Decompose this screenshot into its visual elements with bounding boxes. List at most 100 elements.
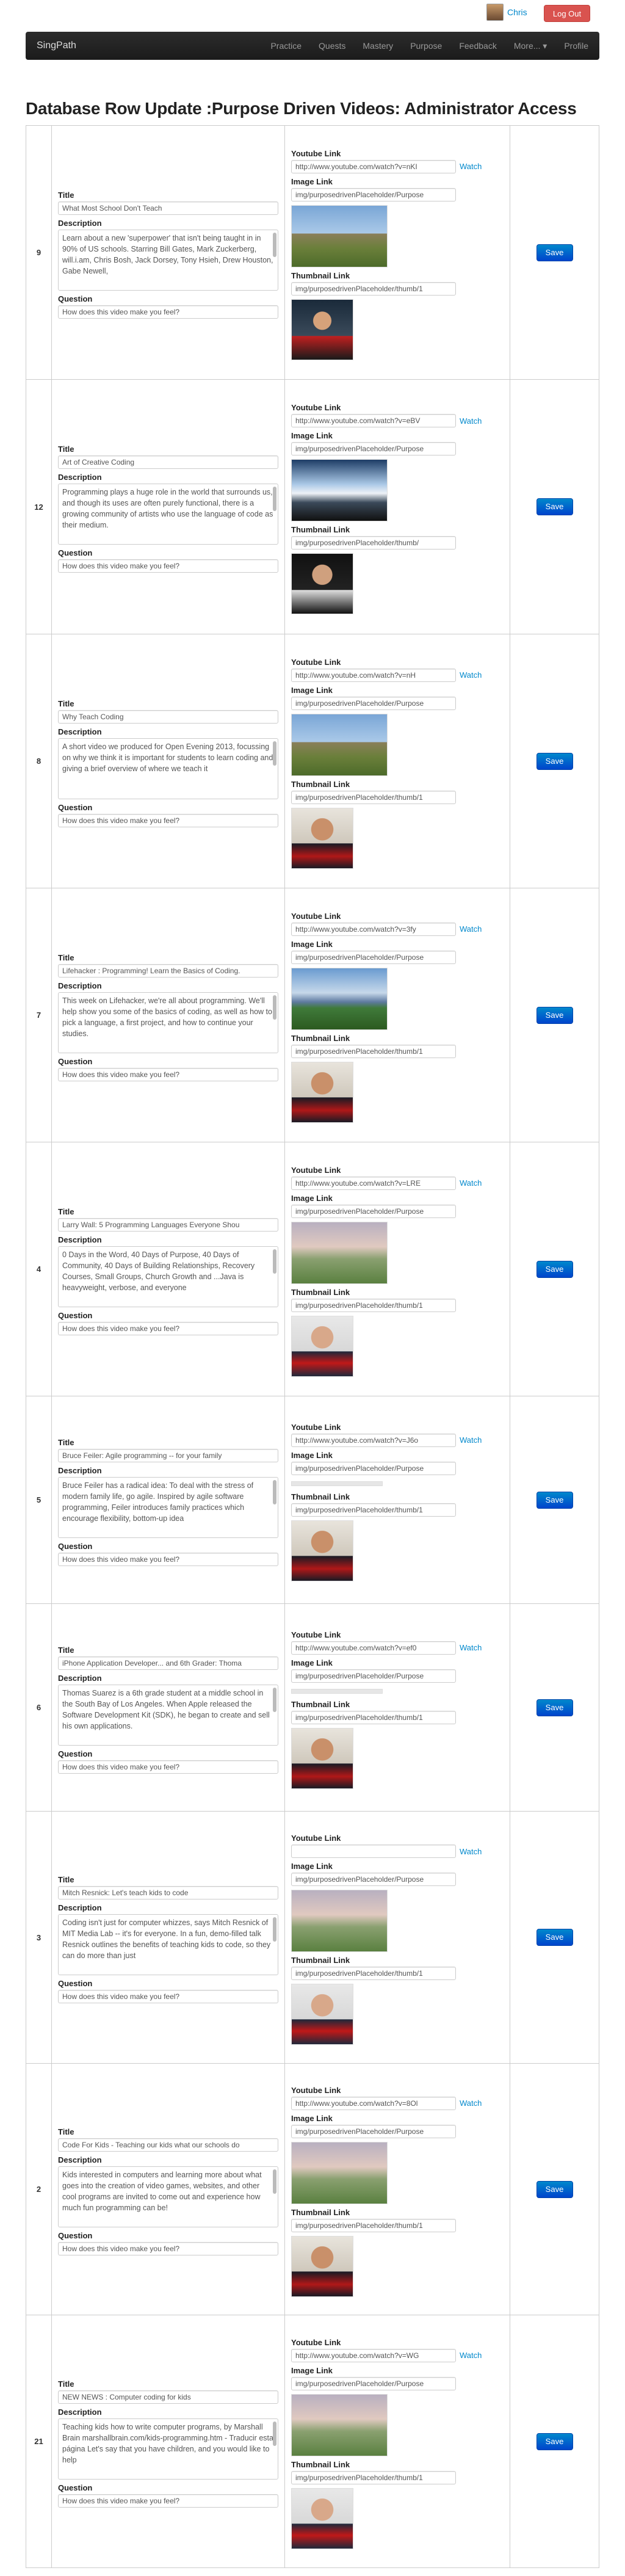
description-textarea[interactable]: Teaching kids how to write computer prog… (58, 2418, 278, 2480)
thumbnail-link-input[interactable]: img/purposedrivenPlaceholder/thumb/1 (291, 1044, 456, 1058)
title-input[interactable]: NEW NEWS : Computer coding for kids (58, 2390, 278, 2404)
watch-link[interactable]: Watch (460, 2099, 482, 2108)
title-input[interactable]: Lifehacker : Programming! Learn the Basi… (58, 963, 278, 978)
question-input[interactable]: How does this video make you feel? (58, 305, 278, 319)
youtube-link-input[interactable] (291, 1845, 456, 1858)
watch-link[interactable]: Watch (460, 924, 482, 934)
thumbnail-link-input[interactable]: img/purposedrivenPlaceholder/thumb/1 (291, 2218, 456, 2232)
description-textarea[interactable]: Programming plays a huge role in the wor… (58, 484, 278, 545)
thumbnail-link-input[interactable]: img/purposedrivenPlaceholder/thumb/1 (291, 1967, 456, 1980)
youtube-link-input[interactable]: http://www.youtube.com/watch?v=eBV (291, 414, 456, 427)
title-input[interactable]: What Most School Don't Teach (58, 201, 278, 215)
title-input[interactable]: Larry Wall: 5 Programming Languages Ever… (58, 1217, 278, 1232)
thumbnail-link-input[interactable]: img/purposedrivenPlaceholder/thumb/1 (291, 2470, 456, 2484)
textarea-scrollbar[interactable] (273, 2169, 276, 2194)
nav-item-feedback[interactable]: Feedback (459, 41, 496, 51)
image-link-input[interactable]: img/purposedrivenPlaceholder/Purpose (291, 1669, 456, 1683)
watch-link[interactable]: Watch (460, 162, 482, 171)
image-link-input[interactable]: img/purposedrivenPlaceholder/Purpose (291, 1873, 456, 1886)
description-textarea[interactable]: Bruce Feiler has a radical idea: To deal… (58, 1476, 278, 1538)
description-textarea[interactable]: Learn about a new 'superpower' that isn'… (58, 229, 278, 291)
title-input[interactable]: Art of Creative Coding (58, 455, 278, 469)
title-input[interactable]: Bruce Feiler: Agile programming -- for y… (58, 1448, 278, 1462)
question-input[interactable]: How does this video make you feel? (58, 1990, 278, 2003)
nav-item-purpose[interactable]: Purpose (410, 41, 442, 51)
save-button[interactable]: Save (536, 1260, 573, 1278)
brand-logo[interactable]: SingPath (37, 40, 76, 51)
watch-link[interactable]: Watch (460, 670, 482, 680)
save-button[interactable]: Save (536, 244, 573, 261)
description-textarea[interactable]: Kids interested in computers and learnin… (58, 2166, 278, 2227)
image-link-input[interactable]: img/purposedrivenPlaceholder/Purpose (291, 696, 456, 710)
title-input[interactable]: Why Teach Coding (58, 709, 278, 724)
textarea-scrollbar[interactable] (273, 995, 276, 1020)
nav-item-more-dropdown[interactable]: More... ▾ (514, 41, 547, 51)
textarea-scrollbar[interactable] (273, 1687, 276, 1712)
user-menu[interactable]: Chris (486, 4, 527, 21)
image-link-input[interactable]: img/purposedrivenPlaceholder/Purpose (291, 2124, 456, 2138)
thumbnail-link-input[interactable]: img/purposedrivenPlaceholder/thumb/1 (291, 1298, 456, 1312)
image-link-input[interactable]: img/purposedrivenPlaceholder/Purpose (291, 187, 456, 201)
question-input[interactable]: How does this video make you feel? (58, 1760, 278, 1774)
question-input[interactable]: How does this video make you feel? (58, 813, 278, 827)
youtube-link-input[interactable]: http://www.youtube.com/watch?v=WG (291, 2348, 456, 2362)
question-input[interactable]: How does this video make you feel? (58, 1552, 278, 1566)
title-input[interactable]: Code For Kids - Teaching our kids what o… (58, 2138, 278, 2152)
description-textarea[interactable]: A short video we produced for Open Eveni… (58, 738, 278, 799)
youtube-link-input[interactable]: http://www.youtube.com/watch?v=ef0 (291, 1641, 456, 1655)
image-link-input[interactable]: img/purposedrivenPlaceholder/Purpose (291, 1204, 456, 1218)
save-button[interactable]: Save (536, 498, 573, 515)
user-name-link[interactable]: Chris (507, 7, 527, 17)
question-input[interactable]: How does this video make you feel? (58, 1067, 278, 1081)
thumbnail-link-input[interactable]: img/purposedrivenPlaceholder/thumb/ (291, 536, 456, 550)
youtube-link-input[interactable]: http://www.youtube.com/watch?v=8Ol (291, 2096, 456, 2110)
youtube-link-input[interactable]: http://www.youtube.com/watch?v=3fy (291, 922, 456, 936)
thumbnail-link-input[interactable]: img/purposedrivenPlaceholder/thumb/1 (291, 1503, 456, 1517)
save-button[interactable]: Save (536, 2433, 573, 2450)
watch-link[interactable]: Watch (460, 1178, 482, 1188)
textarea-scrollbar[interactable] (273, 487, 276, 511)
description-textarea[interactable]: Thomas Suarez is a 6th grade student at … (58, 1684, 278, 1746)
textarea-scrollbar[interactable] (273, 1917, 276, 1942)
textarea-scrollbar[interactable] (273, 741, 276, 766)
textarea-scrollbar[interactable] (273, 1249, 276, 1274)
question-input[interactable]: How does this video make you feel? (58, 559, 278, 573)
image-link-input[interactable]: img/purposedrivenPlaceholder/Purpose (291, 2376, 456, 2390)
image-link-input[interactable]: img/purposedrivenPlaceholder/Purpose (291, 1461, 456, 1475)
watch-link[interactable]: Watch (460, 1847, 482, 1856)
youtube-link-input[interactable]: http://www.youtube.com/watch?v=nH (291, 668, 456, 682)
youtube-link-input[interactable]: http://www.youtube.com/watch?v=LRE (291, 1176, 456, 1190)
save-button[interactable]: Save (536, 752, 573, 770)
save-button[interactable]: Save (536, 2180, 573, 2198)
nav-item-practice[interactable]: Practice (270, 41, 302, 51)
thumbnail-link-input[interactable]: img/purposedrivenPlaceholder/thumb/1 (291, 281, 456, 296)
watch-link[interactable]: Watch (460, 2351, 482, 2360)
save-button[interactable]: Save (536, 1006, 573, 1024)
save-button[interactable]: Save (536, 1929, 573, 1946)
save-button[interactable]: Save (536, 1491, 573, 1509)
image-link-input[interactable]: img/purposedrivenPlaceholder/Purpose (291, 442, 456, 455)
description-textarea[interactable]: This week on Lifehacker, we're all about… (58, 992, 278, 1053)
textarea-scrollbar[interactable] (273, 2421, 276, 2446)
thumbnail-link-input[interactable]: img/purposedrivenPlaceholder/thumb/1 (291, 790, 456, 804)
watch-link[interactable]: Watch (460, 1435, 482, 1445)
textarea-scrollbar[interactable] (273, 1479, 276, 1504)
question-input[interactable]: How does this video make you feel? (58, 2494, 278, 2508)
logout-button[interactable]: Log Out (544, 5, 590, 22)
nav-item-profile[interactable]: Profile (564, 41, 588, 51)
description-textarea[interactable]: 0 Days in the Word, 40 Days of Purpose, … (58, 1246, 278, 1307)
youtube-link-input[interactable]: http://www.youtube.com/watch?v=nKI (291, 159, 456, 173)
nav-item-mastery[interactable]: Mastery (363, 41, 393, 51)
youtube-link-input[interactable]: http://www.youtube.com/watch?v=J6o (291, 1433, 456, 1447)
question-input[interactable]: How does this video make you feel? (58, 1321, 278, 1335)
watch-link[interactable]: Watch (460, 1643, 482, 1652)
description-textarea[interactable]: Coding isn't just for computer whizzes, … (58, 1914, 278, 1975)
question-input[interactable]: How does this video make you feel? (58, 2241, 278, 2255)
title-input[interactable]: iPhone Application Developer... and 6th … (58, 1656, 278, 1670)
thumbnail-link-input[interactable]: img/purposedrivenPlaceholder/thumb/1 (291, 1710, 456, 1724)
watch-link[interactable]: Watch (460, 416, 482, 426)
title-input[interactable]: Mitch Resnick: Let's teach kids to code (58, 1886, 278, 1899)
nav-item-quests[interactable]: Quests (319, 41, 345, 51)
textarea-scrollbar[interactable] (273, 232, 276, 257)
image-link-input[interactable]: img/purposedrivenPlaceholder/Purpose (291, 950, 456, 964)
